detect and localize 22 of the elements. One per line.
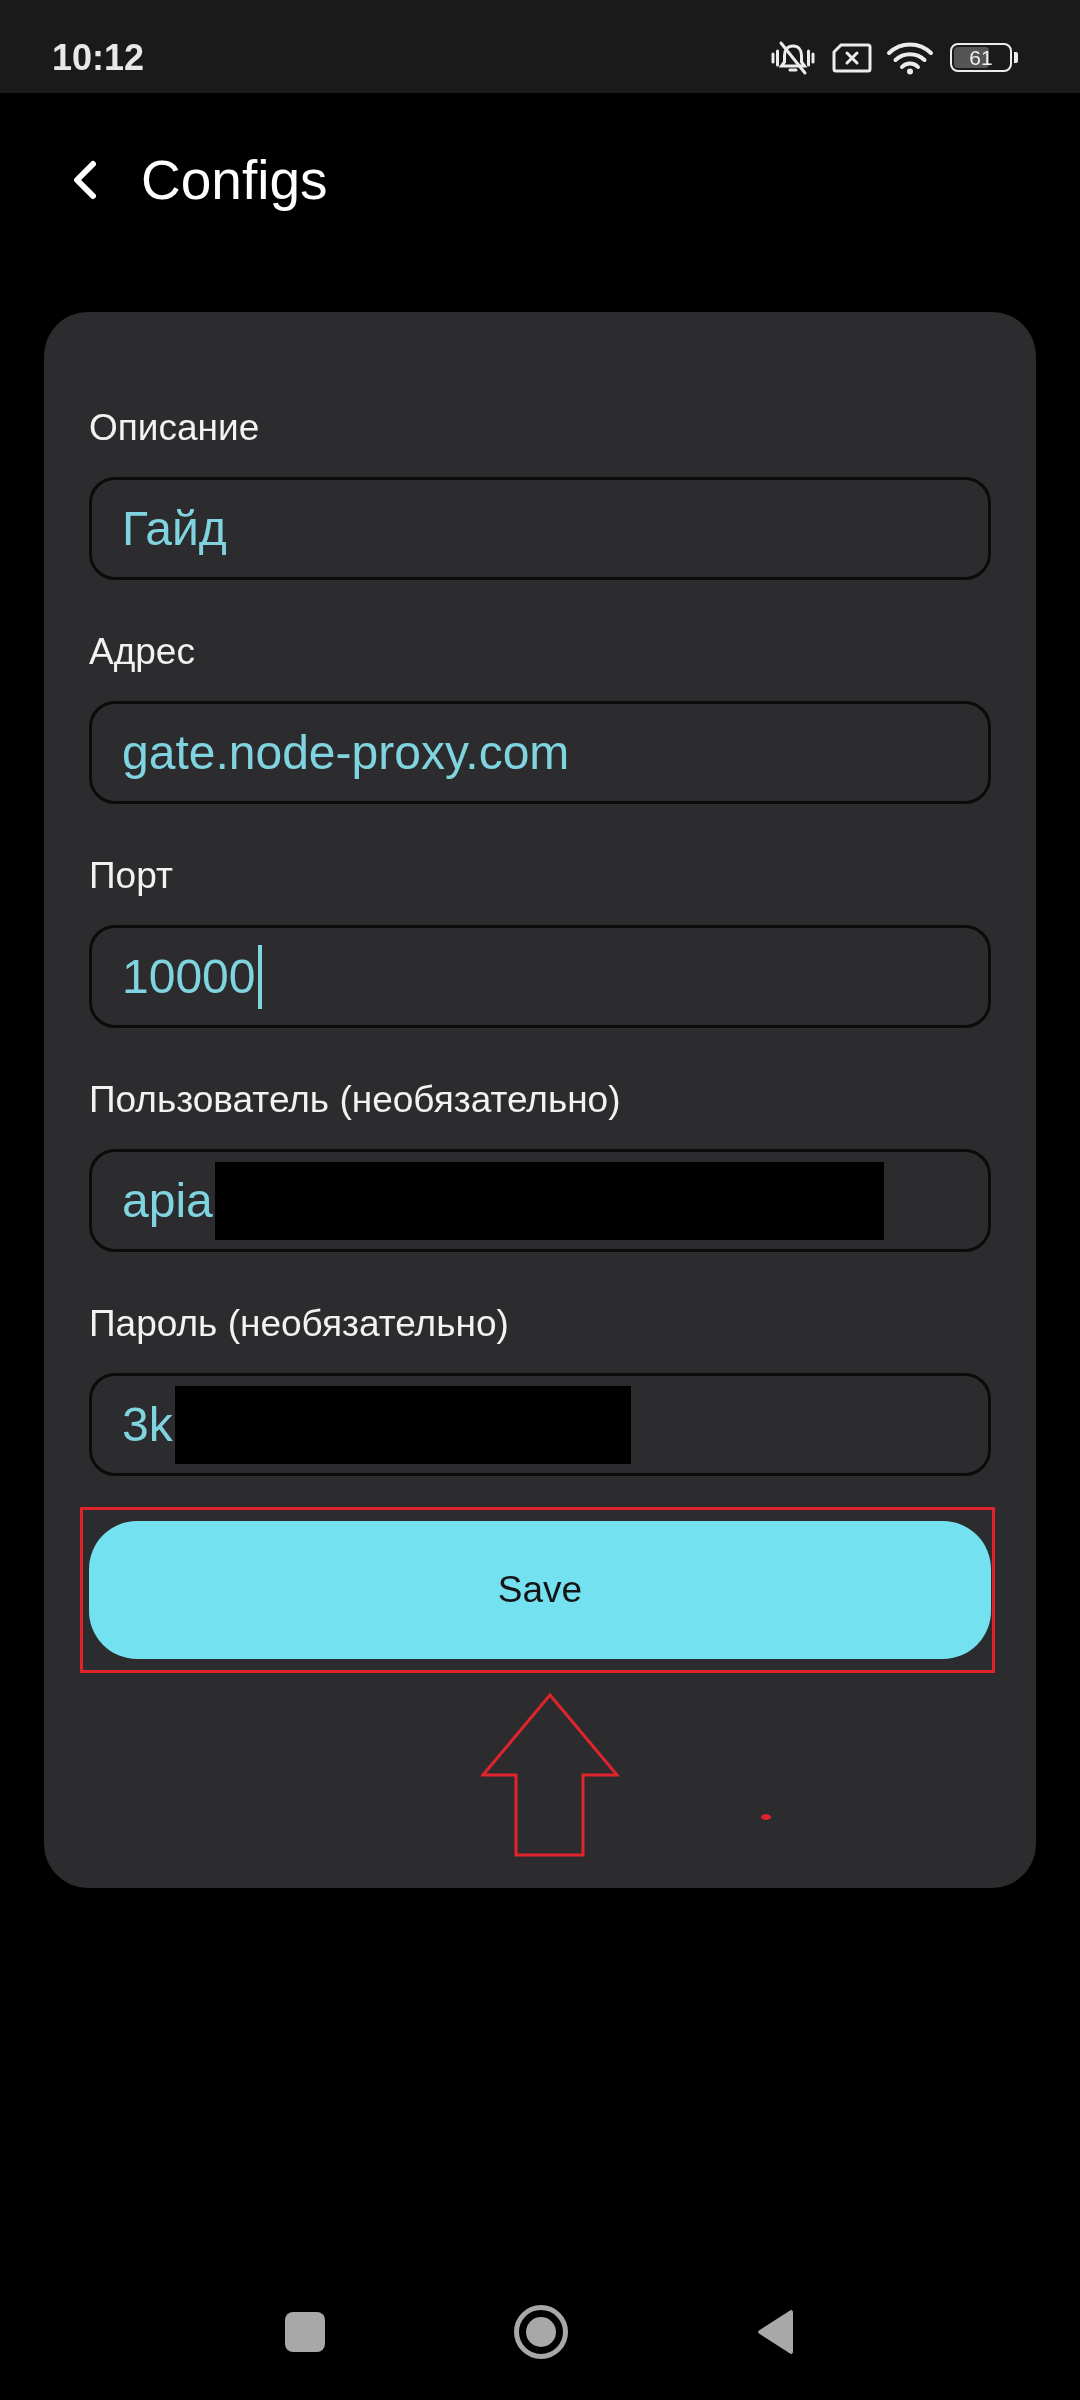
field-label: Описание [89,406,260,450]
sim-x-icon [832,42,872,73]
field-label: Пользователь (необязательно) [89,1078,621,1122]
input-field[interactable]: 3k [89,1373,991,1476]
home-icon[interactable] [514,2305,568,2359]
screen-title: Configs [141,148,328,213]
field-label: Пароль (необязательно) [89,1302,509,1346]
back-icon[interactable] [757,2309,795,2355]
input-field[interactable]: Гайд [89,477,991,580]
save-button[interactable]: Save [89,1521,991,1659]
field-label: Адрес [89,630,195,674]
field-label: Порт [89,854,173,898]
battery-indicator: 61 [950,43,1018,72]
back-icon[interactable] [71,160,99,200]
bell-off-icon [770,39,816,76]
input-field[interactable]: 10000 [89,925,991,1028]
input-field[interactable]: gate.node-proxy.com [89,701,991,804]
input-field[interactable]: apia [89,1149,991,1252]
dot-icon [761,1814,771,1820]
recents-icon[interactable] [285,2312,325,2352]
wifi-icon [886,40,934,75]
status-time: 10:12 [52,39,145,76]
